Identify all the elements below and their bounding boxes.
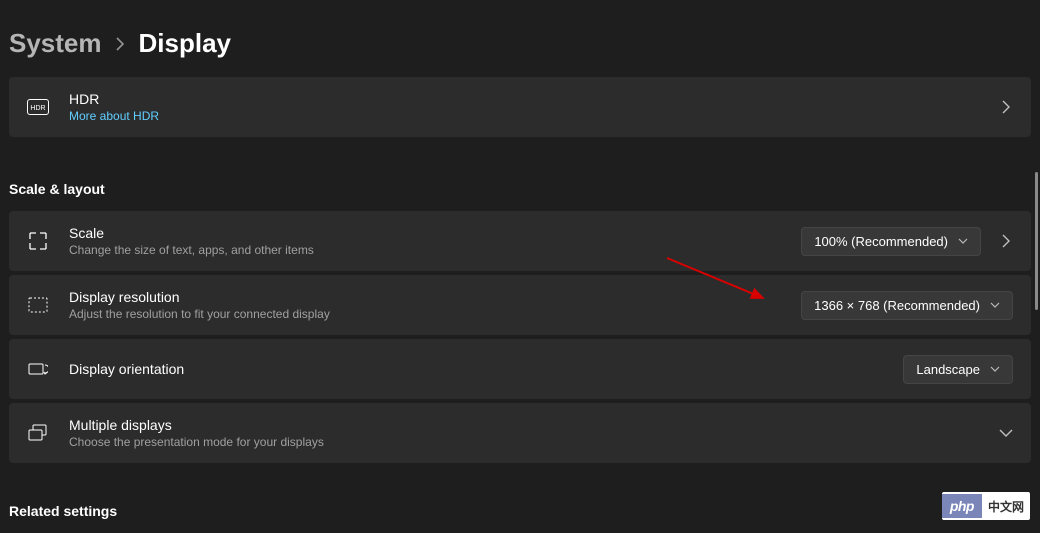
orientation-value: Landscape [916,362,980,377]
scale-title: Scale [69,225,791,241]
resolution-title: Display resolution [69,289,791,305]
multiple-title: Multiple displays [69,417,981,433]
resolution-card[interactable]: Display resolution Adjust the resolution… [9,275,1031,335]
multiple-displays-icon [27,422,49,444]
chevron-down-icon [958,236,968,246]
orientation-icon [27,358,49,380]
watermark-text: 中文网 [982,498,1030,515]
chevron-down-icon [999,429,1013,437]
scale-sub: Change the size of text, apps, and other… [69,243,791,257]
watermark: php 中文网 [942,492,1030,520]
multiple-sub: Choose the presentation mode for your di… [69,435,981,449]
orientation-card[interactable]: Display orientation Landscape [9,339,1031,399]
hdr-icon: HDR [27,96,49,118]
breadcrumb-parent[interactable]: System [9,28,102,59]
chevron-down-icon [990,364,1000,374]
chevron-right-icon [999,234,1013,248]
scale-value: 100% (Recommended) [814,234,948,249]
watermark-logo: php [942,494,982,518]
hdr-card[interactable]: HDR HDR More about HDR [9,77,1031,137]
scale-card[interactable]: Scale Change the size of text, apps, and… [9,211,1031,271]
resolution-value: 1366 × 768 (Recommended) [814,298,980,313]
hdr-more-link[interactable]: More about HDR [69,109,981,123]
multiple-displays-card[interactable]: Multiple displays Choose the presentatio… [9,403,1031,463]
orientation-title: Display orientation [69,361,893,377]
resolution-icon [27,294,49,316]
chevron-down-icon [990,300,1000,310]
scrollbar[interactable] [1035,172,1038,310]
scale-icon [27,230,49,252]
resolution-sub: Adjust the resolution to fit your connec… [69,307,791,321]
hdr-title: HDR [69,91,981,107]
scale-layout-header: Scale & layout [9,141,1031,211]
related-settings-header: Related settings [9,467,1031,533]
breadcrumb: System Display [0,0,1040,77]
resolution-dropdown[interactable]: 1366 × 768 (Recommended) [801,291,1013,320]
orientation-dropdown[interactable]: Landscape [903,355,1013,384]
svg-text:HDR: HDR [30,105,45,112]
scale-dropdown[interactable]: 100% (Recommended) [801,227,981,256]
breadcrumb-current: Display [139,28,232,59]
chevron-right-icon [999,100,1013,114]
chevron-right-icon [116,37,125,51]
